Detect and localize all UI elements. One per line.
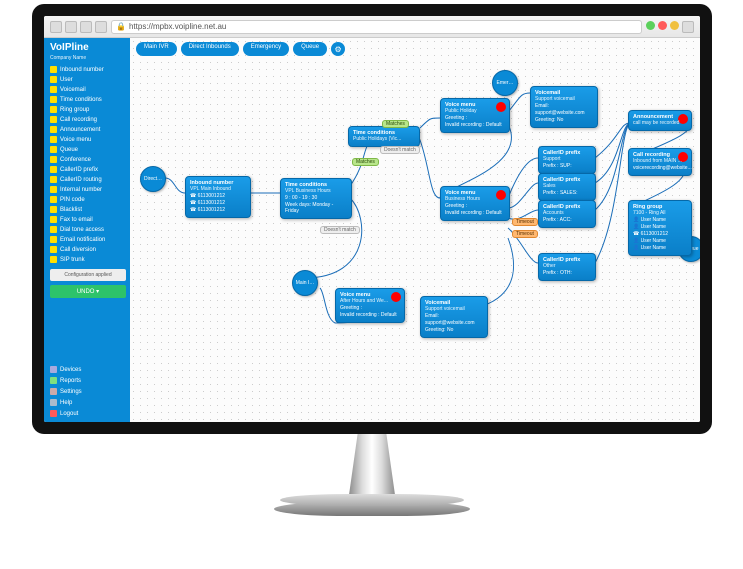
tab[interactable]: Main IVR [136,42,177,56]
config-applied: Configuration applied [50,269,126,281]
sidebar: VoIPline Company Name Inbound number Use… [44,38,130,422]
sidebar-item[interactable]: CallerID prefix [50,165,126,174]
circle-main[interactable]: Main I… [292,270,318,296]
sidebar-item[interactable]: Conference [50,155,126,164]
ext-icon[interactable] [658,21,667,30]
sidebar-item[interactable]: Blacklist [50,205,126,214]
node-callerid-prefix[interactable]: CallerID prefix Accounts Prefix : ACC: [538,200,596,228]
sidebar-item[interactable]: Announcement [50,125,126,134]
forward-button[interactable] [65,21,77,33]
node-inbound[interactable]: Inbound number VPL Main Inbound ☎ 611300… [185,176,251,218]
sidebar-item[interactable]: PIN code [50,195,126,204]
tab[interactable]: Direct Inbounds [181,42,239,56]
ext-icon[interactable] [670,21,679,30]
node-voicemail[interactable]: Voicemail Support voicemail Email: suppo… [530,86,598,128]
flow-canvas[interactable]: Main IVR Direct Inbounds Emergency Queue… [130,38,700,422]
browser-chrome: 🔒 https://mpbx.voipline.net.au [44,16,700,38]
home-button[interactable] [95,21,107,33]
node-time-conditions[interactable]: Time conditions Public Holidays (Vic... [348,126,420,147]
node-voice-menu[interactable]: Voice menu After Hours and We... Greetin… [335,288,405,323]
sidebar-item[interactable]: Ring group [50,105,126,114]
circle-emer[interactable]: Emer… [492,70,518,96]
gear-icon[interactable]: ⚙ [331,42,345,56]
sidebar-item[interactable]: Fax to email [50,215,126,224]
label-matches: Matches [382,120,409,128]
node-time-conditions[interactable]: Time conditions VPL Business Hours 9 : 0… [280,178,352,219]
sidebar-settings[interactable]: Settings [50,387,126,396]
sidebar-item[interactable]: Time conditions [50,95,126,104]
label-nomatch: Doesn't match [380,146,420,154]
sidebar-item[interactable]: Voicemail [50,85,126,94]
node-announcement[interactable]: Announcement call may be recorded [628,110,692,131]
canvas-tabs: Main IVR Direct Inbounds Emergency Queue… [136,42,345,56]
sidebar-item[interactable]: Internal number [50,185,126,194]
menu-button[interactable] [682,21,694,33]
monitor-stand [310,434,434,524]
sidebar-item[interactable]: Call recording [50,115,126,124]
company-name: Company Name [50,55,126,61]
node-voicemail[interactable]: Voicemail Support voicemail Email: suppo… [420,296,488,338]
sidebar-devices[interactable]: Devices [50,365,126,374]
browser-extras [646,21,694,33]
circle-direct[interactable]: Direct… [140,166,166,192]
monitor-frame: 🔒 https://mpbx.voipline.net.au VoIPline … [32,4,712,434]
tab[interactable]: Queue [293,42,327,56]
undo-button[interactable]: UNDO ▾ [50,285,126,298]
sidebar-logout[interactable]: Logout [50,409,126,418]
ext-icon[interactable] [646,21,655,30]
tab[interactable]: Emergency [243,42,289,56]
sidebar-item[interactable]: Dial tone access [50,225,126,234]
node-callerid-prefix[interactable]: CallerID prefix Support Prefix : SUP: [538,146,596,174]
node-call-recording[interactable]: Call recording Inbound from MAIN ... voi… [628,148,692,176]
connection-wires [130,38,700,422]
url-text: https://mpbx.voipline.net.au [129,22,226,31]
sidebar-item[interactable]: Queue [50,145,126,154]
screen: 🔒 https://mpbx.voipline.net.au VoIPline … [44,16,700,422]
back-button[interactable] [50,21,62,33]
label-timeout: Timeout [512,230,538,238]
sidebar-item[interactable]: CallerID routing [50,175,126,184]
sidebar-item[interactable]: SIP trunk [50,255,126,264]
node-callerid-prefix[interactable]: CallerID prefix Sales Prefix : SALES: [538,173,596,201]
sidebar-item[interactable]: Call diversion [50,245,126,254]
sidebar-reports[interactable]: Reports [50,376,126,385]
sidebar-item[interactable]: Inbound number [50,65,126,74]
lock-icon: 🔒 [116,22,126,31]
node-voice-menu[interactable]: Voice menu Public Holiday Greeting : Inv… [440,98,510,133]
node-callerid-prefix[interactable]: CallerID prefix Other Prefix : OTH: [538,253,596,281]
reload-button[interactable] [80,21,92,33]
nav-buttons [50,21,107,33]
label-timeout: Timeout [512,218,538,226]
label-nomatch: Doesn't match [320,226,360,234]
node-ring-group[interactable]: Ring group 7100 - Ring All 👤 User Name 👤… [628,200,692,256]
logo: VoIPline [50,42,126,53]
app-root: VoIPline Company Name Inbound number Use… [44,38,700,422]
label-matches: Matches [352,158,379,166]
address-bar[interactable]: 🔒 https://mpbx.voipline.net.au [111,20,642,34]
sidebar-item[interactable]: Voice menu [50,135,126,144]
node-voice-menu[interactable]: Voice menu Business Hours Greeting : Inv… [440,186,510,221]
sidebar-item[interactable]: User [50,75,126,84]
sidebar-help[interactable]: Help [50,398,126,407]
sidebar-item[interactable]: Email notification [50,235,126,244]
